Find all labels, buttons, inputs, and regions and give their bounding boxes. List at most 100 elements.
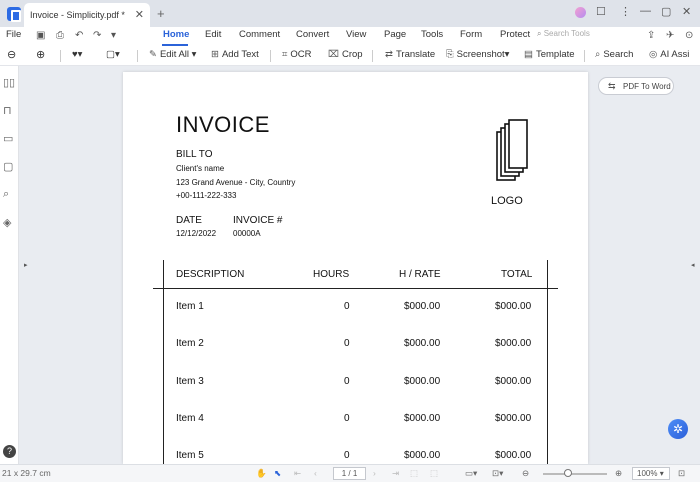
- single-page-icon[interactable]: ⬚: [410, 468, 418, 479]
- share-icon[interactable]: ✈: [666, 30, 674, 41]
- zoom-slider-handle[interactable]: [564, 469, 572, 477]
- redo-icon[interactable]: ↷: [93, 30, 101, 41]
- comment-icon[interactable]: ▭: [3, 132, 13, 145]
- zoom-slider[interactable]: [543, 473, 607, 475]
- help-icon[interactable]: ?: [3, 445, 16, 458]
- maximize-button[interactable]: ▢: [661, 5, 671, 18]
- add-text-label: Add Text: [221, 49, 259, 60]
- first-page-icon[interactable]: ⇤: [294, 468, 301, 479]
- row-hours: 0: [344, 376, 350, 387]
- page-layout-icon[interactable]: ▭▾: [465, 468, 477, 479]
- search-icon[interactable]: ⌕: [3, 188, 9, 201]
- menu-protect[interactable]: Protect: [500, 29, 530, 40]
- zoom-in-icon[interactable]: ⊕: [36, 48, 45, 61]
- client-address: 123 Grand Avenue - City, Country: [176, 178, 296, 187]
- two-page-icon[interactable]: ⬚: [430, 468, 438, 479]
- menu-page[interactable]: Page: [384, 29, 406, 40]
- print-icon[interactable]: ⎙: [56, 30, 64, 41]
- fit-width-icon[interactable]: ⊡▾: [492, 468, 503, 479]
- toolbar-divider: [60, 50, 61, 62]
- row-total: $000.00: [495, 301, 532, 312]
- menu-comment[interactable]: Comment: [239, 29, 280, 40]
- sparkle-icon: ✲: [672, 422, 684, 436]
- row-total: $000.00: [495, 413, 532, 424]
- bookmark-icon[interactable]: ⊓: [3, 104, 12, 117]
- zoom-level-value: 100%: [637, 469, 658, 478]
- template-label: Template: [535, 49, 575, 60]
- pdf-to-word-button[interactable]: ⇆ PDF To Word: [598, 77, 674, 95]
- fit-page-icon[interactable]: ⊡: [678, 468, 685, 479]
- expand-left-panel-icon[interactable]: ▸: [24, 261, 28, 269]
- document-tab[interactable]: Invoice - Simplicity.pdf * ✕: [24, 3, 150, 27]
- title-bar: Invoice - Simplicity.pdf * ✕ + ☐ ⋮ — ▢ ✕: [0, 0, 700, 27]
- zoom-out-icon[interactable]: ⊖: [522, 468, 529, 479]
- crop-icon: ⌧: [328, 49, 339, 60]
- message-icon[interactable]: ☐: [596, 5, 606, 18]
- menu-tools[interactable]: Tools: [421, 29, 443, 40]
- ai-assistant-button[interactable]: ◎ AI Assi: [649, 49, 689, 60]
- column-header-rate: H / RATE: [399, 269, 441, 280]
- template-button[interactable]: ▤ Template: [524, 49, 575, 60]
- date-value: 12/12/2022: [176, 229, 217, 238]
- ai-assistant-label: AI Assi: [660, 49, 690, 60]
- search-label: Search: [603, 49, 634, 60]
- toolbar-divider: [137, 50, 138, 62]
- menu-edit[interactable]: Edit: [205, 29, 221, 40]
- previous-page-icon[interactable]: ‹: [314, 468, 317, 478]
- zoom-out-icon[interactable]: ⊖: [7, 48, 16, 61]
- zoom-in-icon[interactable]: ⊕: [615, 468, 622, 479]
- save-icon[interactable]: ▣: [36, 30, 45, 41]
- upload-icon[interactable]: ⇪: [647, 30, 655, 41]
- close-window-button[interactable]: ✕: [682, 5, 691, 18]
- select-tool-icon[interactable]: ⬉: [274, 468, 281, 479]
- layers-icon[interactable]: ◈: [3, 216, 11, 229]
- menu-view[interactable]: View: [346, 29, 366, 40]
- screenshot-button[interactable]: ⎘ Screenshot▾: [446, 49, 509, 60]
- search-tools-input[interactable]: ⌕ Search Tools: [537, 29, 597, 43]
- edit-all-button[interactable]: ✎ Edit All ▾: [149, 49, 196, 60]
- last-page-icon[interactable]: ⇥: [392, 468, 399, 479]
- row-total: $000.00: [495, 450, 532, 461]
- page-size-label: 21 x 29.7 cm: [2, 468, 51, 478]
- menu-convert[interactable]: Convert: [296, 29, 329, 40]
- edit-all-icon: ✎: [149, 49, 157, 60]
- invoice-number-label: INVOICE #: [233, 215, 283, 226]
- close-tab-icon[interactable]: ✕: [135, 8, 144, 21]
- row-rate: $000.00: [404, 376, 441, 387]
- avatar[interactable]: [575, 7, 586, 18]
- crop-button[interactable]: ⌧ Crop: [328, 49, 363, 60]
- menu-home[interactable]: Home: [163, 29, 189, 40]
- search-tools-placeholder: Search Tools: [543, 29, 590, 38]
- translate-button[interactable]: ⇄ Translate: [385, 49, 435, 60]
- highlight-tool-icon[interactable]: ♥▾: [72, 49, 82, 60]
- search-icon: ⌕: [595, 49, 601, 60]
- new-tab-button[interactable]: +: [157, 6, 165, 21]
- ocr-label: OCR: [290, 49, 312, 60]
- expand-right-panel-icon[interactable]: ◂: [691, 261, 695, 269]
- more-options-icon[interactable]: ⋮: [620, 5, 631, 18]
- add-text-button[interactable]: ⊞ Add Text: [211, 49, 259, 60]
- ocr-button[interactable]: ⌗ OCR: [282, 49, 311, 60]
- customize-dropdown-icon[interactable]: ▾: [111, 30, 116, 41]
- client-phone: +00-111-222-333: [176, 191, 237, 200]
- edit-all-label: Edit All: [159, 49, 190, 60]
- search-button[interactable]: ⌕ Search: [595, 49, 633, 60]
- account-icon[interactable]: ⊙: [685, 30, 693, 41]
- left-sidebar: ▯▯ ⊓ ▭ ▢ ⌕ ◈: [0, 66, 19, 464]
- attachment-icon[interactable]: ▢: [3, 160, 13, 173]
- row-hours: 0: [344, 301, 350, 312]
- page-number-input[interactable]: 1 / 1: [333, 467, 366, 480]
- zoom-level-select[interactable]: 100% ▾: [632, 467, 670, 480]
- menu-form[interactable]: Form: [460, 29, 482, 40]
- shape-tool-icon[interactable]: ▢▾: [106, 49, 120, 60]
- ai-assistant-fab[interactable]: ✲: [668, 419, 688, 439]
- next-page-icon[interactable]: ›: [373, 468, 376, 478]
- add-text-icon: ⊞: [211, 49, 219, 60]
- minimize-button[interactable]: —: [640, 5, 651, 17]
- menu-file[interactable]: File: [6, 29, 21, 40]
- thumbnails-icon[interactable]: ▯▯: [3, 76, 15, 89]
- crop-label: Crop: [341, 49, 363, 60]
- undo-icon[interactable]: ↶: [75, 30, 83, 41]
- table-left-border: [163, 260, 164, 464]
- hand-tool-icon[interactable]: ✋: [256, 468, 267, 479]
